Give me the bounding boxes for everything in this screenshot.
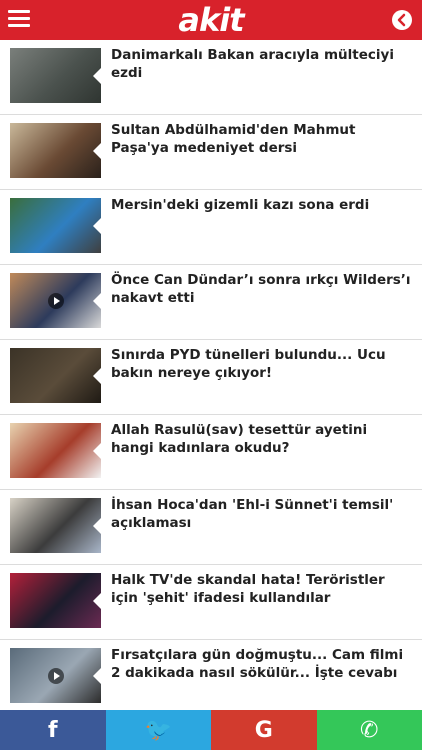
- news-title: Sultan Abdülhamid'den Mahmut Paşa'ya med…: [111, 122, 356, 156]
- share-bar: f 🐦 G ✆: [0, 710, 422, 750]
- google-share-button[interactable]: G: [211, 710, 317, 750]
- news-title: Danimarkalı Bakan aracıyla mülteciyi ezd…: [111, 47, 394, 81]
- play-icon: [47, 667, 64, 684]
- news-item[interactable]: İhsan Hoca'dan 'Ehl-i Sünnet'i temsil' a…: [0, 490, 422, 565]
- twitter-share-button[interactable]: 🐦: [105, 710, 211, 750]
- thumbnail-notch: [93, 292, 101, 309]
- news-title: Önce Can Dündar’ı sonra ırkçı Wilders’ı …: [111, 272, 411, 306]
- facebook-share-button[interactable]: f: [0, 710, 106, 750]
- news-item[interactable]: Önce Can Dündar’ı sonra ırkçı Wilders’ı …: [0, 265, 422, 340]
- news-thumbnail: [10, 273, 101, 328]
- news-title: Sınırda PYD tünelleri bulundu... Ucu bak…: [111, 347, 386, 381]
- news-title: Mersin'deki gizemli kazı sona erdi: [111, 197, 370, 213]
- whatsapp-icon: ✆: [360, 717, 379, 743]
- news-thumbnail: [10, 48, 101, 103]
- thumbnail-notch: [93, 67, 101, 84]
- thumbnail-notch: [93, 367, 101, 384]
- whatsapp-share-button[interactable]: ✆: [316, 710, 422, 750]
- news-item[interactable]: Sultan Abdülhamid'den Mahmut Paşa'ya med…: [0, 115, 422, 190]
- news-thumbnail: [10, 498, 101, 553]
- thumbnail-notch: [93, 217, 101, 234]
- news-list: Danimarkalı Bakan aracıyla mülteciyi ezd…: [0, 40, 422, 715]
- thumbnail-notch: [93, 442, 101, 459]
- play-icon: [47, 292, 64, 309]
- thumbnail-notch: [93, 517, 101, 534]
- back-icon[interactable]: [392, 10, 412, 30]
- news-item[interactable]: Mersin'deki gizemli kazı sona erdi: [0, 190, 422, 265]
- google-icon: G: [254, 717, 273, 743]
- news-title: Halk TV'de skandal hata! Teröristler içi…: [111, 572, 385, 606]
- news-title: İhsan Hoca'dan 'Ehl-i Sünnet'i temsil' a…: [111, 497, 394, 531]
- news-item[interactable]: Allah Rasulü(sav) tesettür ayetini hangi…: [0, 415, 422, 490]
- news-title: Fırsatçılara gün doğmuştu... Cam filmi 2…: [111, 647, 404, 681]
- news-thumbnail: [10, 123, 101, 178]
- thumbnail-notch: [93, 592, 101, 609]
- news-item[interactable]: Sınırda PYD tünelleri bulundu... Ucu bak…: [0, 340, 422, 415]
- news-item[interactable]: Halk TV'de skandal hata! Teröristler içi…: [0, 565, 422, 640]
- news-thumbnail: [10, 198, 101, 253]
- news-title: Allah Rasulü(sav) tesettür ayetini hangi…: [111, 422, 368, 456]
- news-thumbnail: [10, 348, 101, 403]
- news-thumbnail: [10, 423, 101, 478]
- thumbnail-notch: [93, 142, 101, 159]
- twitter-icon: 🐦: [144, 717, 172, 743]
- akit-logo: akit: [178, 1, 244, 39]
- news-thumbnail: [10, 573, 101, 628]
- news-item[interactable]: Fırsatçılara gün doğmuştu... Cam filmi 2…: [0, 640, 422, 715]
- thumbnail-notch: [93, 667, 101, 684]
- app-header: akit: [0, 0, 422, 40]
- facebook-icon: f: [47, 717, 58, 743]
- news-thumbnail: [10, 648, 101, 703]
- news-item[interactable]: Danimarkalı Bakan aracıyla mülteciyi ezd…: [0, 40, 422, 115]
